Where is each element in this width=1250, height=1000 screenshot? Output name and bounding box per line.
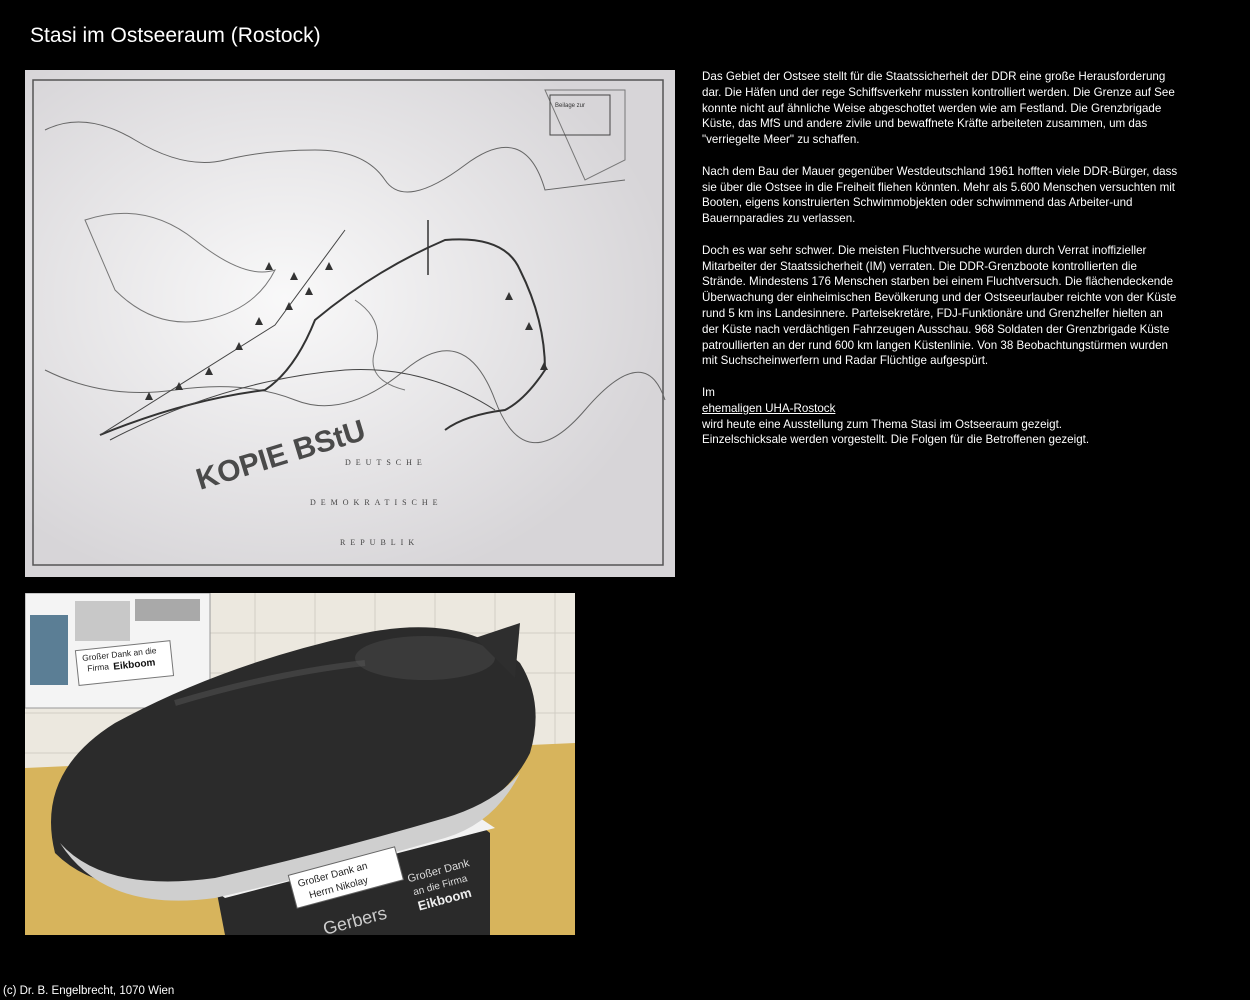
page: Stasi im Ostseeraum (Rostock) Beilage zu… (0, 0, 1250, 1000)
paragraph-4-line1: wird heute eine Ausstellung zum Thema St… (702, 417, 1063, 431)
paragraph-4-prefix: Im (702, 385, 715, 399)
paragraph-3: Doch es war sehr schwer. Die meisten Flu… (702, 243, 1177, 368)
copyright-footer: (c) Dr. B. Engelbrecht, 1070 Wien (3, 985, 175, 997)
page-title: Stasi im Ostseeraum (Rostock) (30, 24, 321, 47)
map-word-2: DEMOKRATISCHE (310, 498, 443, 507)
paragraph-4: Im ehemaligen UHA-Rostock wird heute ein… (702, 385, 1180, 448)
submarine-photo[interactable]: Großer Dank an die Firma Eikboom Großer … (25, 593, 575, 935)
map-corner-label: Beilage zur (555, 103, 585, 109)
paragraph-4-line2: Einzelschicksale werden vorgestellt. Die… (702, 433, 1090, 447)
paragraph-1: Das Gebiet der Ostsee stellt für die Sta… (702, 70, 1175, 147)
description: Das Gebiet der Ostsee stellt für die Sta… (702, 69, 1180, 464)
submarine-illustration: Großer Dank an die Firma Eikboom Großer … (25, 593, 575, 935)
paragraph-2: Nach dem Bau der Mauer gegenüber Westdeu… (702, 164, 1178, 226)
map-word-1: DEUTSCHE (345, 458, 427, 467)
map-word-3: REPUBLIK (340, 538, 419, 547)
uha-rostock-link[interactable]: ehemaligen UHA-Rostock (702, 402, 835, 415)
map-photo[interactable]: Beilage zur DEUTSCHE DEMOKRATISCHE REPUB… (25, 70, 675, 577)
map-illustration: Beilage zur DEUTSCHE DEMOKRATISCHE REPUB… (25, 70, 675, 577)
